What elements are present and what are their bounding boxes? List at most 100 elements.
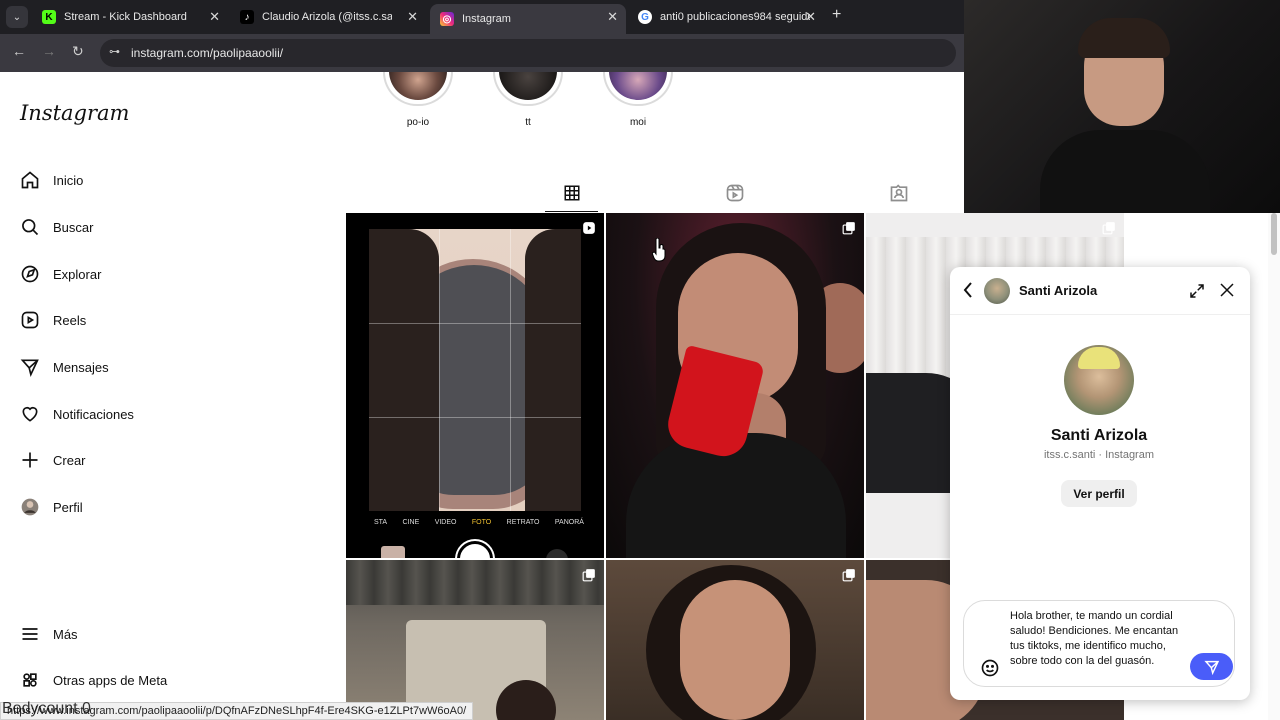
sidebar-item-label: Notificaciones [53, 406, 134, 422]
messenger-icon [20, 357, 40, 377]
scrollbar-thumb[interactable] [1271, 213, 1277, 255]
highlight-cover [383, 72, 453, 106]
instagram-logo[interactable]: Instagram [20, 101, 129, 125]
sidebar-item-inicio[interactable]: Inicio [20, 166, 220, 194]
highlight-item[interactable]: po-io [380, 72, 456, 128]
profile-picture[interactable] [1064, 345, 1134, 415]
carousel-badge-icon [842, 569, 855, 582]
expand-icon[interactable] [1188, 282, 1206, 305]
tab-google[interactable]: G anti0 publicaciones984 seguido ✕ [628, 4, 824, 30]
reel-badge-icon [583, 222, 595, 234]
send-button[interactable] [1190, 653, 1233, 680]
heart-icon [20, 404, 40, 424]
site-info-icon[interactable]: ⊶ [109, 45, 120, 58]
cursor-icon [652, 238, 666, 262]
back-icon[interactable]: ← [12, 43, 26, 59]
tagged-icon [890, 184, 908, 202]
profile-subtitle: itss.c.santi · Instagram [1043, 449, 1155, 461]
search-icon [20, 217, 40, 237]
tab-tagged[interactable] [887, 181, 911, 205]
instagram-icon: ◎ [440, 12, 454, 26]
forward-icon[interactable]: → [42, 43, 56, 59]
message-composer[interactable]: Hola brother, te mando un cordial saludo… [963, 600, 1235, 687]
plus-icon [20, 450, 40, 470]
avatar[interactable] [984, 278, 1010, 304]
close-tab-icon[interactable]: ✕ [407, 9, 418, 25]
highlight-item[interactable]: moi [600, 72, 676, 128]
post-thumbnail[interactable] [606, 213, 864, 558]
reels-tab-icon [726, 184, 744, 202]
chat-contact-name[interactable]: Santi Arizola [1019, 283, 1097, 298]
stream-overlay-text: Bodycount 0 [2, 700, 91, 717]
url-text: instagram.com/paolipaaoolii/ [131, 46, 284, 60]
message-input[interactable]: Hola brother, te mando un cordial saludo… [1010, 609, 1188, 669]
highlight-name: po-io [406, 117, 430, 128]
sidebar-item-reels[interactable]: Reels [20, 306, 220, 334]
meta-apps-icon [20, 670, 40, 690]
carousel-badge-icon [842, 222, 855, 235]
url-field[interactable]: ⊶ instagram.com/paolipaaoolii/ [100, 39, 956, 67]
scrollbar-track[interactable] [1268, 213, 1280, 720]
post-thumbnail[interactable] [606, 560, 864, 720]
back-arrow-icon[interactable] [962, 281, 974, 304]
highlight-name: tt [525, 117, 531, 128]
tab-instagram[interactable]: ◎ Instagram ✕ [430, 4, 626, 34]
close-tab-icon[interactable]: ✕ [607, 9, 618, 25]
new-tab-button[interactable]: + [832, 6, 841, 24]
kick-icon: K [42, 10, 56, 24]
chat-header: Santi Arizola [950, 267, 1250, 315]
close-tab-icon[interactable]: ✕ [805, 9, 816, 25]
home-icon [20, 170, 40, 190]
sidebar-item-perfil[interactable]: Perfil [20, 493, 220, 521]
active-tab-indicator [545, 211, 598, 212]
post-image [369, 229, 581, 511]
compass-icon [20, 264, 40, 284]
grid-icon [564, 185, 580, 201]
google-icon: G [638, 10, 652, 24]
sidebar-item-mensajes[interactable]: Mensajes [20, 353, 220, 381]
tiktok-icon: ♪ [240, 10, 254, 24]
send-icon [1203, 660, 1219, 675]
sidebar-item-label: Reels [53, 312, 87, 328]
carousel-badge-icon [1102, 222, 1115, 235]
sidebar-item-label: Crear [53, 452, 86, 468]
close-icon[interactable] [1218, 281, 1236, 304]
sidebar-item-label: Inicio [53, 172, 84, 188]
screen: ⌄ K Stream - Kick Dashboard ✕ ♪ Claudio … [0, 0, 1280, 720]
sidebar-more[interactable]: Más [20, 620, 220, 648]
browser-tab-bar: ⌄ K Stream - Kick Dashboard ✕ ♪ Claudio … [0, 0, 964, 34]
chat-window: Santi Arizola Santi Arizola itss.c.santi… [950, 267, 1250, 700]
tab-title: Instagram [462, 13, 511, 25]
highlight-name: moi [629, 117, 647, 128]
sidebar-item-label: Mensajes [53, 359, 109, 375]
sidebar-item-explorar[interactable]: Explorar [20, 260, 220, 288]
sidebar-item-label: Perfil [53, 499, 83, 515]
sidebar-item-buscar[interactable]: Buscar [20, 213, 220, 241]
webcam-overlay [964, 0, 1280, 213]
tab-title: Claudio Arizola (@itss.c.santi) | [262, 11, 392, 23]
tab-title: anti0 publicaciones984 seguido [660, 11, 810, 23]
menu-icon [20, 624, 40, 644]
avatar-icon [20, 497, 40, 517]
sidebar-meta-apps[interactable]: Otras apps de Meta [20, 666, 220, 694]
tab-kick[interactable]: K Stream - Kick Dashboard ✕ [32, 4, 228, 30]
post-thumbnail[interactable]: STA CINE VIDEO FOTO RETRATO PANORÁ [346, 213, 604, 558]
tab-search-button[interactable]: ⌄ [6, 6, 28, 28]
reload-icon[interactable]: ↻ [72, 43, 84, 60]
view-profile-button[interactable]: Ver perfil [1061, 480, 1137, 507]
reels-icon [20, 310, 40, 330]
tab-posts[interactable] [560, 181, 584, 205]
highlight-cover [493, 72, 563, 106]
post-thumbnail[interactable] [346, 560, 604, 720]
sidebar-item-crear[interactable]: Crear [20, 446, 220, 474]
emoji-icon[interactable] [980, 658, 1000, 683]
sidebar-item-notificaciones[interactable]: Notificaciones [20, 400, 220, 428]
tab-title: Stream - Kick Dashboard [64, 11, 187, 23]
highlight-cover [603, 72, 673, 106]
highlight-item[interactable]: tt [490, 72, 566, 128]
close-tab-icon[interactable]: ✕ [209, 9, 220, 25]
tab-reels[interactable] [723, 181, 747, 205]
tab-tiktok[interactable]: ♪ Claudio Arizola (@itss.c.santi) | ✕ [230, 4, 426, 30]
sidebar-item-label: Otras apps de Meta [53, 672, 168, 688]
carousel-badge-icon [582, 569, 595, 582]
